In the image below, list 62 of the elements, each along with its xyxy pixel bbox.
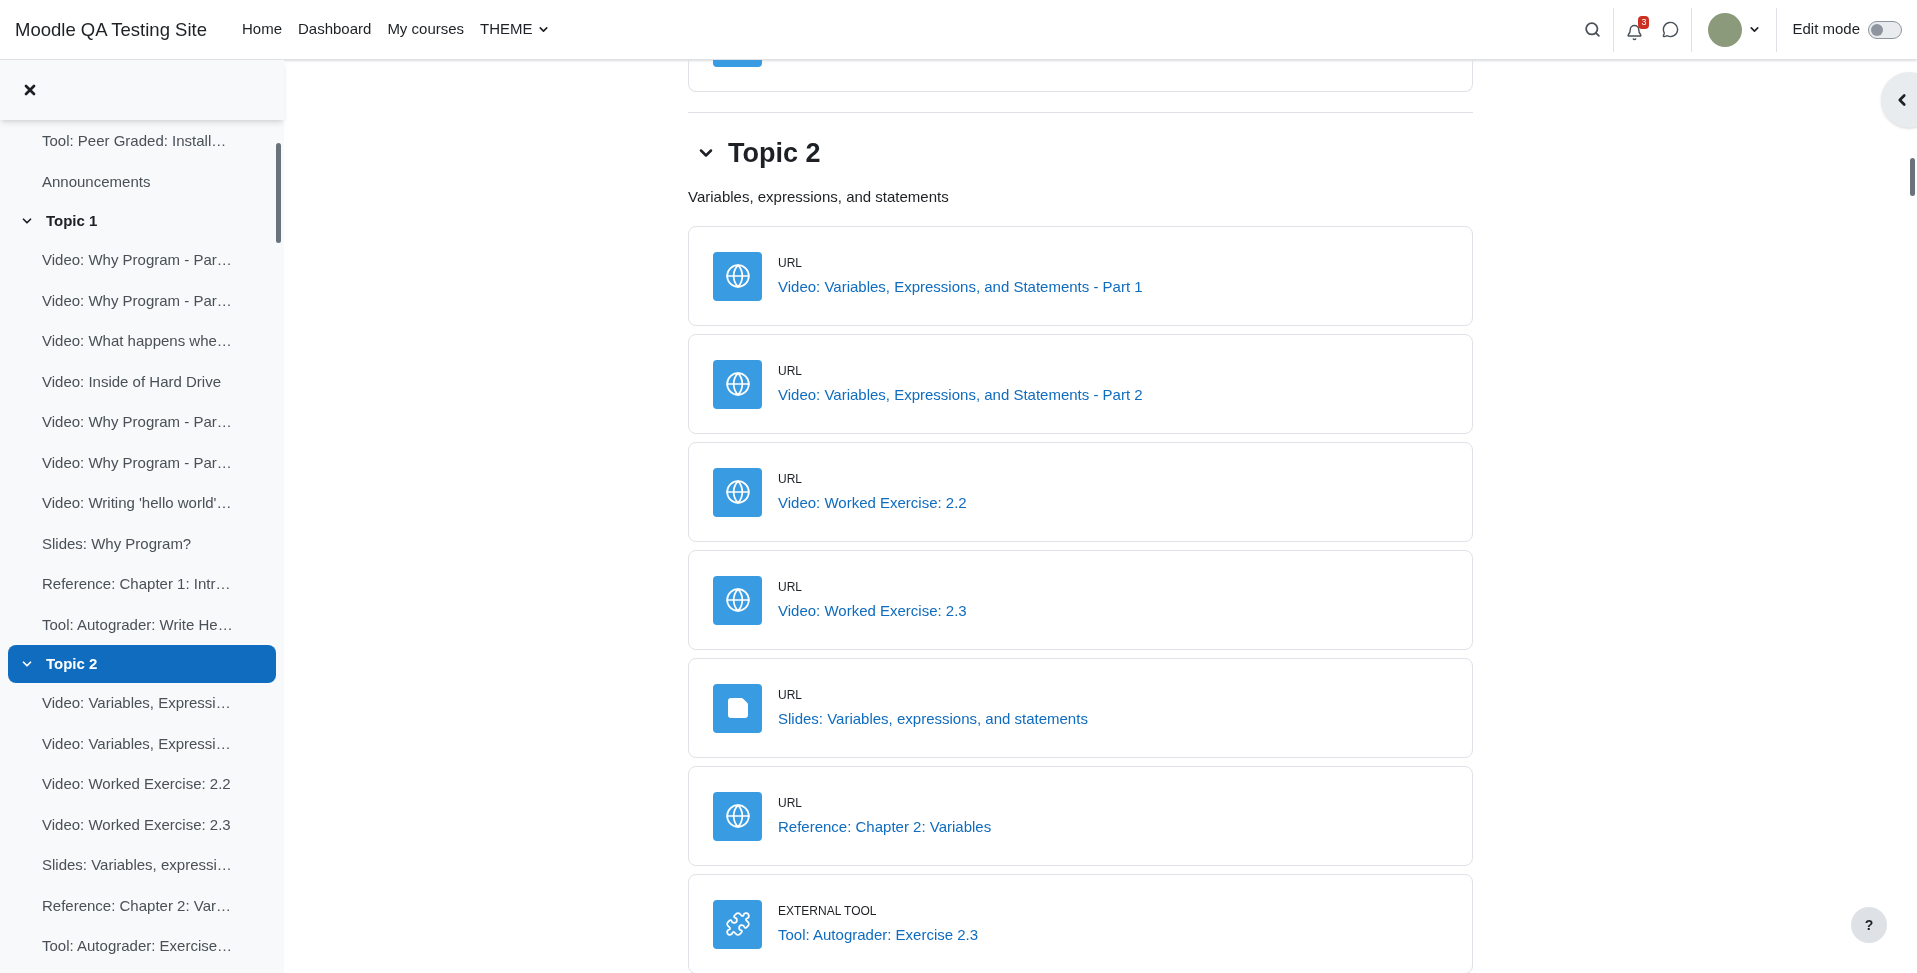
activity-type: URL <box>778 470 803 488</box>
sidebar-activity-link[interactable]: Tool: Peer Graded: Install… <box>42 130 227 153</box>
activity-link[interactable]: Video: Variables, Expressions, and Statements - Part 1 <box>778 275 1143 299</box>
section-summary: Variables, expressions, and statements <box>688 186 950 207</box>
sidebar-activity-link[interactable]: Reference: Chapter 2: Var… <box>42 894 231 917</box>
sidebar-section-item[interactable]: Topic 2 <box>8 645 276 683</box>
activity-type: URL <box>778 686 803 704</box>
site-name[interactable]: Moodle QA Testing Site <box>15 15 207 44</box>
sidebar-activity-link[interactable]: Reference: Chapter 1: Intr… <box>42 573 231 596</box>
sidebar-section-item[interactable]: Topic 1 <box>8 202 276 240</box>
section-title: Topic 2 <box>728 137 821 170</box>
edit-mode-label: Edit mode <box>1792 19 1860 40</box>
activity-link[interactable]: Reference: Chapter 2: Variables <box>778 815 992 839</box>
globe-icon <box>724 263 751 289</box>
sidebar-activity-link[interactable]: Video: Why Program - Par… <box>42 451 232 474</box>
globe-icon <box>724 479 751 505</box>
notifications-button[interactable]: 3 <box>1626 16 1650 43</box>
edit-mode-switch[interactable] <box>1868 20 1902 39</box>
sidebar-activity-link[interactable]: Video: Why Program - Par… <box>42 411 232 434</box>
sidebar-activity-link[interactable]: Announcements <box>42 170 151 193</box>
activity-type: URL <box>778 362 803 380</box>
bell-icon <box>1626 24 1644 41</box>
activity-link[interactable]: Video: Worked Exercise: 2.3 <box>778 599 967 623</box>
nav-link[interactable]: Home <box>241 10 282 49</box>
sidebar-activity-link[interactable]: Video: Inside of Hard Drive <box>42 370 221 393</box>
activity-link[interactable]: Video: Variables, Expressions, and Statements - Part 2 <box>778 383 1143 407</box>
sidebar-activity-link[interactable]: Video: Why Program - Par… <box>42 289 232 312</box>
sidebar-activity-link[interactable]: Video: Worked Exercise: 2.3 <box>42 813 231 836</box>
sidebar-activity-link[interactable]: Video: Worked Exercise: 2.2 <box>42 773 231 796</box>
sidebar-activity-link[interactable]: Slides: Variables, expressi… <box>42 854 232 877</box>
puzzle-icon <box>724 911 751 937</box>
activity-type: URL <box>778 578 803 596</box>
sidebar-activity-link[interactable]: Video: What happens whe… <box>42 330 232 353</box>
activity-link[interactable]: Tool: Autograder: Exercise 2.3 <box>778 923 979 947</box>
activity-link[interactable]: Video: Worked Exercise: 2.2 <box>778 491 967 515</box>
search-icon[interactable] <box>1584 21 1602 38</box>
globe-icon <box>724 587 751 613</box>
sidebar-activity-link[interactable]: Slides: Why Program? <box>42 532 192 555</box>
sidebar-activity-link[interactable]: Video: Writing 'hello world'… <box>42 492 232 515</box>
scrollbar-thumb[interactable] <box>276 143 281 243</box>
sidebar-activity-link[interactable]: Tool: Autograder: Exercise… <box>42 935 233 958</box>
nav-link[interactable]: Dashboard <box>298 10 372 49</box>
help-button[interactable]: ? <box>1851 907 1887 943</box>
nav-link[interactable]: THEME <box>480 10 550 49</box>
notification-badge: 3 <box>1638 16 1650 29</box>
globe-icon <box>724 371 751 397</box>
nav-link[interactable]: My courses <box>387 10 465 49</box>
note-icon <box>725 696 750 720</box>
sidebar-activity-link[interactable]: Video: Why Program - Par… <box>42 249 232 272</box>
message-icon[interactable] <box>1662 21 1680 38</box>
activity-type: EXTERNAL TOOL <box>778 902 878 920</box>
activity-type: URL <box>778 254 803 272</box>
sidebar-activity-link[interactable]: Video: Variables, Expressi… <box>42 692 231 715</box>
activity-icon-tile <box>713 60 762 67</box>
close-icon <box>22 82 38 98</box>
sidebar-activity-link[interactable]: Video: Variables, Expressi… <box>42 732 231 755</box>
activity-type: URL <box>778 794 803 812</box>
activity-link[interactable]: Slides: Variables, expressions, and statements <box>778 707 1088 731</box>
page-scrollbar-thumb[interactable] <box>1910 158 1915 196</box>
sidebar-activity-link[interactable]: Tool: Autograder: Write He… <box>42 613 233 636</box>
avatar <box>1708 12 1743 47</box>
globe-icon <box>724 803 751 829</box>
